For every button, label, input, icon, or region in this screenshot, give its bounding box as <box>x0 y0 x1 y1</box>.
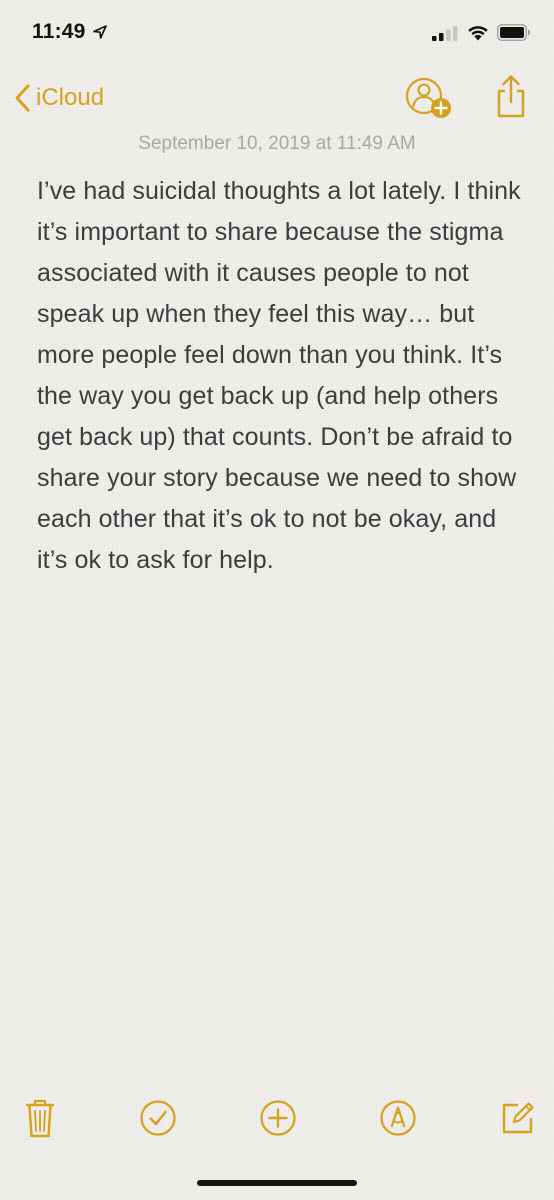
location-arrow-icon <box>93 25 107 39</box>
status-bar: 11:49 <box>0 0 554 66</box>
trash-icon <box>25 1099 55 1138</box>
chevron-left-icon <box>15 84 30 112</box>
note-date: September 10, 2019 at 11:49 AM <box>138 133 416 154</box>
share-icon[interactable] <box>494 74 528 120</box>
back-button-label: iCloud <box>36 84 105 111</box>
add-people-icon[interactable] <box>404 76 454 122</box>
note-body-text[interactable]: I’ve had suicidal thoughts a lot lately.… <box>37 171 527 581</box>
add-icon <box>260 1100 296 1136</box>
navigation-bar: iCloud <box>0 70 554 128</box>
compose-button[interactable] <box>496 1096 540 1140</box>
markup-pen-icon <box>380 1100 416 1136</box>
status-time: 11:49 <box>32 20 86 43</box>
back-button[interactable]: iCloud <box>12 78 104 118</box>
wifi-icon <box>468 26 488 41</box>
checklist-button[interactable] <box>136 1096 180 1140</box>
cellular-signal-icon <box>432 26 458 41</box>
battery-icon <box>497 24 530 41</box>
home-indicator[interactable] <box>197 1180 357 1186</box>
checklist-icon <box>140 1100 176 1136</box>
compose-icon <box>502 1102 534 1134</box>
bottom-toolbar <box>0 1090 554 1146</box>
markup-button[interactable] <box>376 1096 420 1140</box>
add-button[interactable] <box>256 1096 300 1140</box>
delete-button[interactable] <box>18 1096 62 1140</box>
